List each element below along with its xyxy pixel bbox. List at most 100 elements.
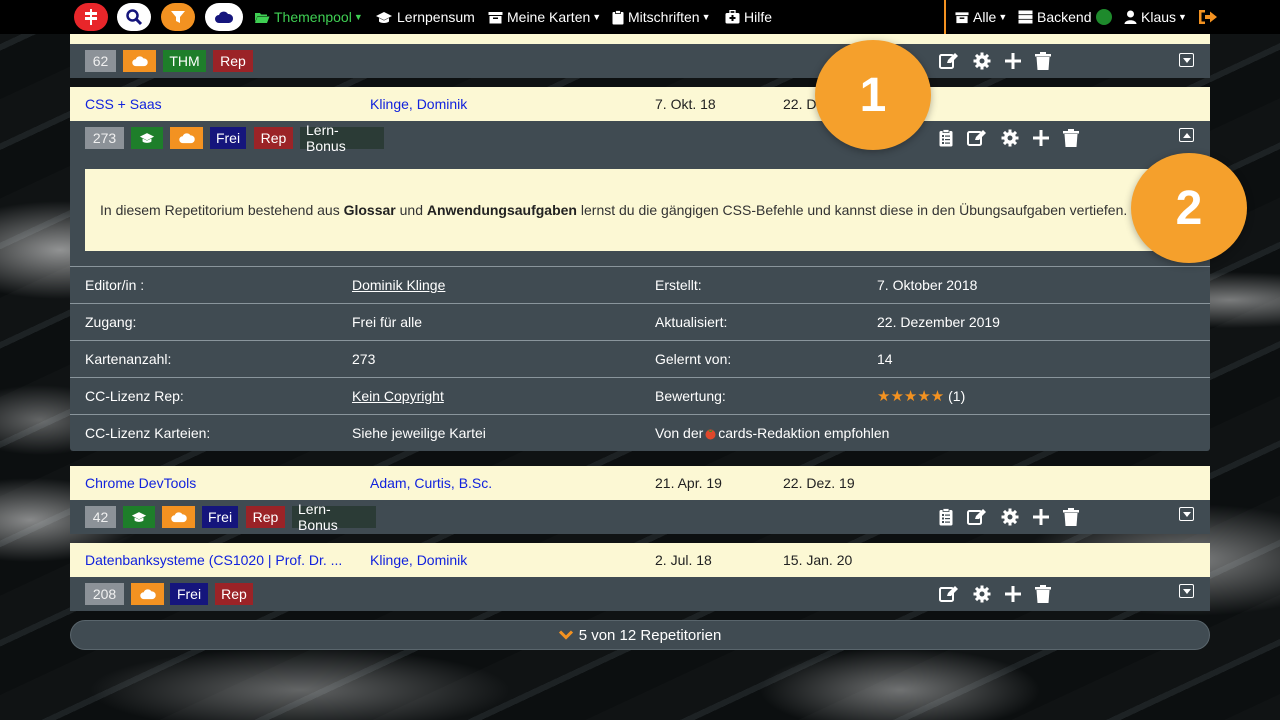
caret-up-icon	[1182, 132, 1191, 138]
logout-button[interactable]	[1198, 0, 1222, 34]
callout-marker-2: 2	[1131, 153, 1247, 263]
plus-icon[interactable]	[1033, 130, 1049, 146]
signpost-icon	[85, 9, 97, 25]
cloud-icon	[215, 11, 234, 23]
trash-icon[interactable]	[1035, 52, 1051, 70]
expand-toggle[interactable]	[1179, 53, 1194, 67]
card-actions	[939, 44, 1051, 78]
editor-link[interactable]: Dominik Klinge	[352, 267, 445, 303]
card-info-row[interactable]: Chrome DevTools Adam, Curtis, B.Sc. 21. …	[70, 466, 1210, 500]
nav-themenpool-label: Themenpool	[274, 9, 352, 25]
detail-row: CC-Lizenz Rep: Kein Copyright Bewertung:…	[70, 377, 1210, 414]
load-more-bar[interactable]: 5 von 12 Repetitorien	[70, 620, 1210, 650]
clipboard-icon	[612, 9, 624, 24]
caret-down-icon	[1182, 588, 1191, 594]
created-value: 7. Oktober 2018	[877, 277, 978, 293]
card-created-date: 21. Apr. 19	[655, 475, 722, 491]
rating-stars-icon: ★★★★★	[877, 388, 945, 405]
search-icon	[126, 9, 143, 26]
gear-icon[interactable]	[1001, 508, 1019, 526]
expand-toggle[interactable]	[1179, 507, 1194, 521]
chevron-down-icon: ▼	[592, 12, 602, 22]
card-title-link[interactable]: Chrome DevTools	[85, 466, 196, 500]
card-title-link[interactable]: CSS + Saas	[85, 87, 162, 121]
top-navbar: Themenpool ▼ Lernpensum Meine Karten ▼ Mit…	[0, 0, 1280, 34]
card-author-link[interactable]: Adam, Curtis, B.Sc.	[370, 466, 492, 500]
cloud-badge	[162, 506, 195, 528]
rating-count: (1)	[948, 388, 966, 404]
plus-icon[interactable]	[1005, 586, 1021, 602]
rating-label: Bewertung:	[655, 388, 726, 404]
updated-label: Aktualisiert:	[655, 314, 728, 330]
trash-icon[interactable]	[1035, 585, 1051, 603]
edit-icon[interactable]	[967, 508, 987, 526]
cloud-button[interactable]	[205, 3, 243, 31]
card-count-label: Kartenanzahl:	[85, 351, 172, 367]
gear-icon[interactable]	[1001, 129, 1019, 147]
graduation-badge	[131, 127, 163, 149]
created-label: Erstellt:	[655, 277, 702, 293]
nav-mitschriften-label: Mitschriften	[628, 9, 700, 25]
nav-alle[interactable]: Alle ▼	[955, 0, 1007, 34]
load-more-label: 5 von 12 Repetitorien	[578, 626, 722, 644]
card-info-row[interactable]: CSS + Saas Klinge, Dominik 7. Okt. 18 22…	[70, 87, 1210, 121]
edit-icon[interactable]	[967, 129, 987, 147]
plus-icon[interactable]	[1033, 509, 1049, 525]
trash-icon[interactable]	[1063, 508, 1079, 526]
updated-value: 22. Dezember 2019	[877, 314, 1000, 330]
filter-button[interactable]	[161, 3, 195, 31]
nav-mitschriften[interactable]: Mitschriften ▼	[612, 0, 711, 34]
plus-icon[interactable]	[1005, 53, 1021, 69]
rep-badge: Rep	[213, 50, 253, 72]
card-actions	[939, 500, 1079, 534]
caret-down-icon	[1182, 511, 1191, 517]
archive-icon	[488, 11, 503, 23]
nav-themenpool[interactable]: Themenpool ▼	[254, 0, 363, 34]
nav-hilfe[interactable]: Hilfe	[725, 0, 772, 34]
card-info-row[interactable]: Datenbanksysteme (CS1020 | Prof. Dr. ...…	[70, 543, 1210, 577]
card-author-link[interactable]: Klinge, Dominik	[370, 543, 467, 577]
rep-badge: Rep	[246, 506, 285, 528]
home-logo-button[interactable]	[74, 3, 108, 31]
card-count-badge: 62	[85, 50, 116, 72]
gear-icon[interactable]	[973, 585, 991, 603]
recommended-note: Von der cards-Redaktion empfohlen	[655, 415, 889, 451]
card-badge-bar: 208 Frei Rep	[70, 577, 1210, 611]
cloud-badge	[123, 50, 156, 72]
nav-backend[interactable]: Backend	[1018, 0, 1091, 34]
gear-icon[interactable]	[973, 52, 991, 70]
card-badge-bar: 62 THM Rep	[70, 44, 1210, 78]
card-detail-panel: In diesem Repetitorium bestehend aus Glo…	[70, 155, 1210, 266]
access-label: Zugang:	[85, 314, 137, 330]
card-badge-bar: 273 Frei Rep Lern-Bonus	[70, 121, 1210, 155]
edit-icon[interactable]	[939, 52, 959, 70]
nav-lernpensum[interactable]: Lernpensum	[375, 0, 475, 34]
nav-alle-label: Alle	[973, 9, 997, 25]
nav-user[interactable]: Klaus ▼	[1124, 0, 1187, 34]
expand-toggle[interactable]	[1179, 584, 1194, 598]
chevron-down-icon	[558, 630, 573, 640]
card-count-badge: 273	[85, 127, 124, 149]
edit-icon[interactable]	[939, 585, 959, 603]
card-count-badge: 208	[85, 583, 124, 605]
nav-meine-karten[interactable]: Meine Karten ▼	[488, 0, 601, 34]
graduation-badge	[123, 506, 155, 528]
card-title-link[interactable]: Datenbanksysteme (CS1020 | Prof. Dr. ...	[85, 543, 342, 577]
cloud-icon	[139, 589, 156, 600]
clipboard-list-icon[interactable]	[939, 508, 953, 526]
chevron-down-icon: ▼	[353, 12, 363, 22]
graduation-cap-icon	[139, 133, 155, 143]
frei-badge: Frei	[210, 127, 246, 149]
card-actions	[939, 577, 1051, 611]
description-bold-glossar: Glossar	[343, 202, 396, 218]
trash-icon[interactable]	[1063, 129, 1079, 147]
nav-user-label: Klaus	[1141, 9, 1177, 25]
cloud-icon	[178, 133, 195, 144]
cc-license-cards-value: Siehe jeweilige Kartei	[352, 425, 486, 441]
card-count-badge: 42	[85, 506, 116, 528]
card-author-link[interactable]: Klinge, Dominik	[370, 87, 467, 121]
cc-license-rep-link[interactable]: Kein Copyright	[352, 378, 444, 414]
search-button[interactable]	[117, 3, 151, 31]
collapse-toggle[interactable]	[1179, 128, 1194, 142]
clipboard-list-icon[interactable]	[939, 129, 953, 147]
